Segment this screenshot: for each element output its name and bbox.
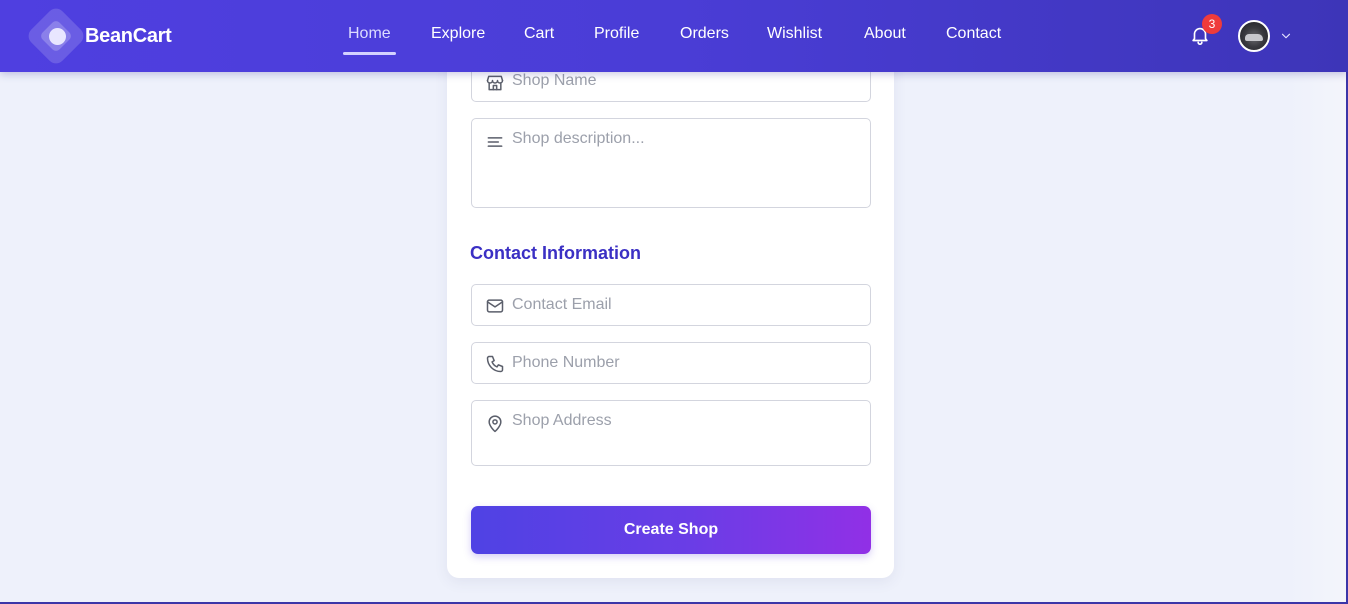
align-left-icon (487, 137, 503, 147)
shop-address-placeholder: Shop Address (512, 412, 612, 429)
chevron-down-icon[interactable] (1279, 29, 1293, 43)
avatar-image (1245, 34, 1263, 41)
contact-email-field[interactable]: Contact Email (471, 284, 871, 326)
logo-dot (49, 28, 66, 45)
map-pin-icon (488, 415, 502, 433)
avatar[interactable] (1238, 20, 1270, 52)
shop-description-field[interactable]: Shop description... (471, 118, 871, 208)
shop-address-field[interactable]: Shop Address (471, 400, 871, 466)
phone-number-field[interactable]: Phone Number (471, 342, 871, 384)
create-shop-button[interactable]: Create Shop (471, 506, 871, 554)
phone-number-placeholder: Phone Number (512, 354, 620, 371)
brand-logo[interactable]: BeanCart (24, 4, 184, 68)
mail-icon (486, 299, 504, 313)
nav-item-profile[interactable]: Profile (594, 25, 639, 43)
create-shop-card: Shop Name Shop description... Contact In… (447, 40, 894, 578)
nav-item-contact[interactable]: Contact (946, 25, 1001, 43)
shop-description-placeholder: Shop description... (512, 130, 645, 147)
nav-item-about[interactable]: About (864, 25, 906, 43)
top-navbar: BeanCart Home Explore Cart Profile Order… (0, 0, 1348, 72)
active-nav-indicator (343, 52, 396, 55)
nav-item-orders[interactable]: Orders (680, 25, 729, 43)
brand-name: BeanCart (85, 25, 172, 47)
nav-item-home[interactable]: Home (348, 25, 391, 43)
page-right-shade (1288, 0, 1348, 604)
phone-icon (486, 355, 504, 373)
contact-information-heading: Contact Information (470, 243, 641, 263)
shop-name-placeholder: Shop Name (512, 72, 597, 89)
nav-item-wishlist[interactable]: Wishlist (767, 25, 822, 43)
nav-item-explore[interactable]: Explore (431, 25, 485, 43)
nav-item-cart[interactable]: Cart (524, 25, 554, 43)
notification-badge: 3 (1202, 14, 1222, 34)
store-icon (486, 75, 504, 91)
contact-email-placeholder: Contact Email (512, 296, 612, 313)
